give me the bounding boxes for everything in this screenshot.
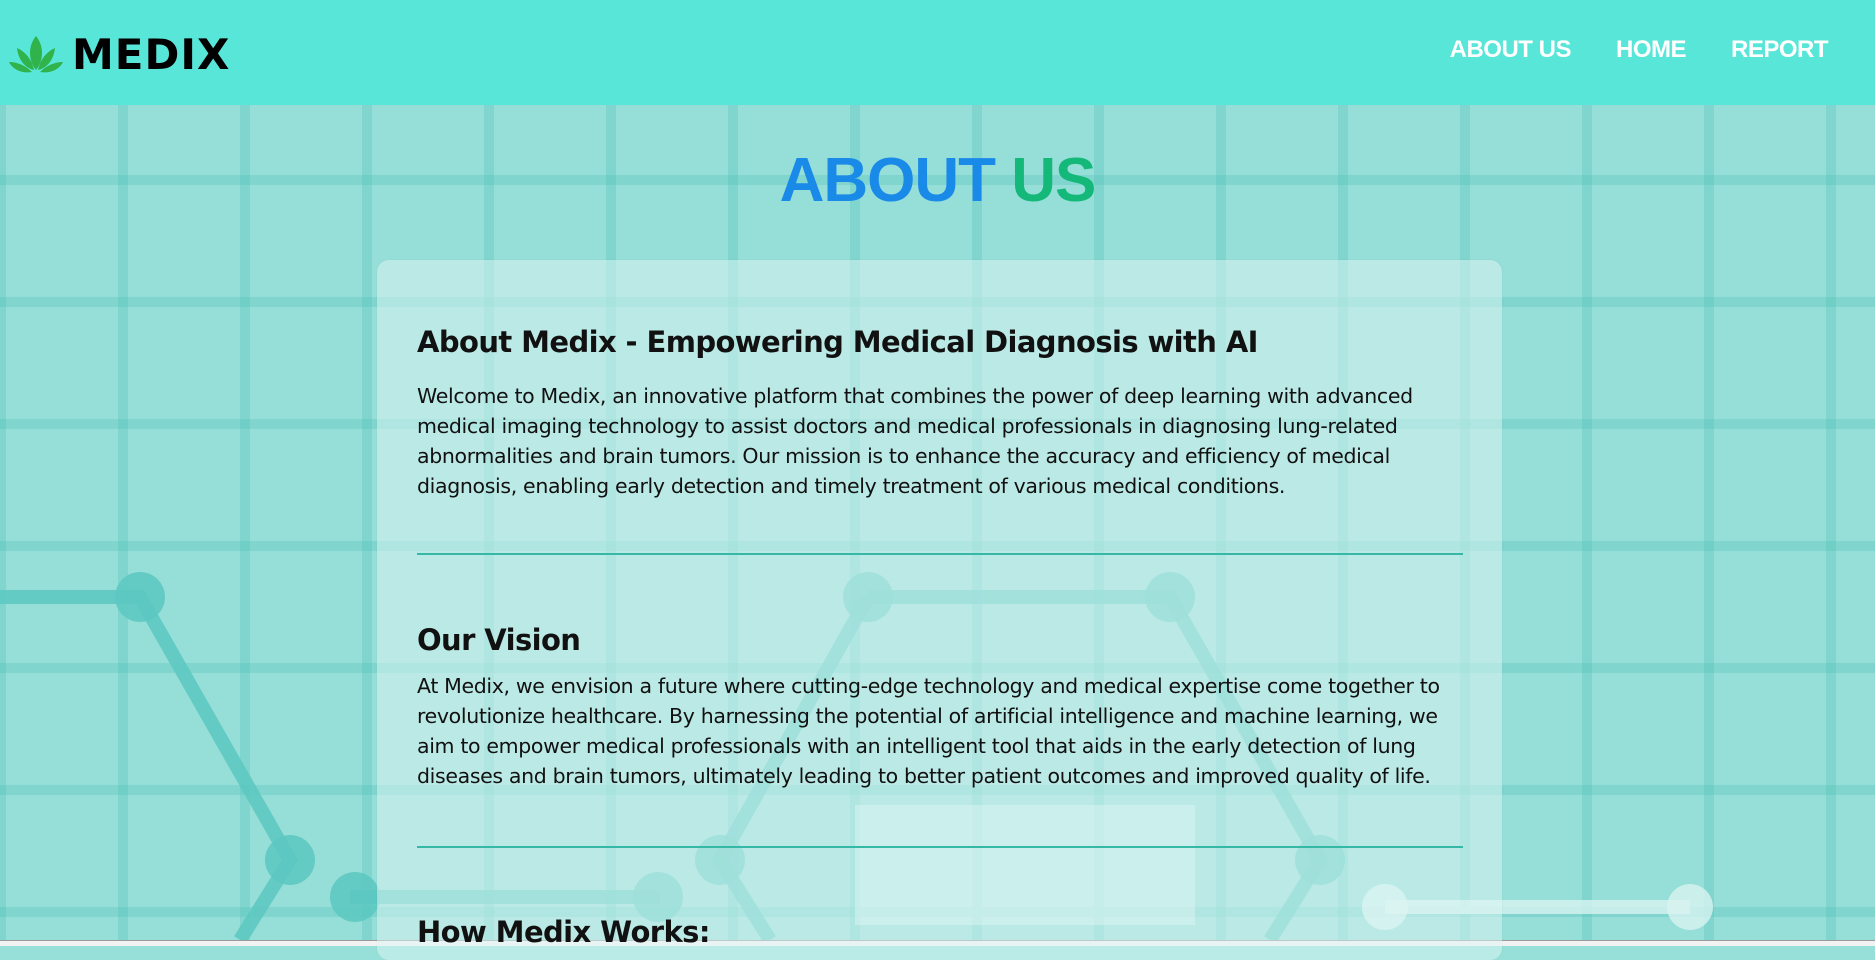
about-body: Welcome to Medix, an innovative platform…: [417, 384, 1413, 498]
about-section: About Medix - Empowering Medical Diagnos…: [417, 325, 1463, 501]
vision-section: Our Vision At Medix, we envision a futur…: [417, 623, 1463, 791]
section-divider: [417, 846, 1463, 848]
page-title-part1: ABOUT: [779, 146, 996, 215]
top-navbar: MEDIX ABOUT US HOME REPORT: [0, 0, 1875, 105]
nav-report[interactable]: REPORT: [1731, 36, 1829, 64]
vision-body: At Medix, we envision a future where cut…: [417, 674, 1440, 788]
about-heading: About Medix - Empowering Medical Diagnos…: [417, 325, 1258, 359]
main-nav: ABOUT US HOME REPORT: [1450, 36, 1829, 64]
nav-about-us[interactable]: ABOUT US: [1450, 36, 1572, 64]
page-title: ABOUT US: [0, 150, 1875, 212]
how-it-works-section: How Medix Works:: [417, 915, 1463, 949]
page-title-part2: US: [1011, 146, 1096, 215]
about-card: About Medix - Empowering Medical Diagnos…: [377, 260, 1502, 960]
brand-name: MEDIX: [72, 30, 231, 79]
how-it-works-heading: How Medix Works:: [417, 915, 710, 949]
lotus-leaf-icon: [9, 35, 63, 72]
section-divider: [417, 553, 1463, 555]
brand-logo[interactable]: MEDIX: [8, 30, 230, 79]
vision-heading: Our Vision: [417, 623, 581, 657]
nav-home[interactable]: HOME: [1616, 36, 1687, 64]
